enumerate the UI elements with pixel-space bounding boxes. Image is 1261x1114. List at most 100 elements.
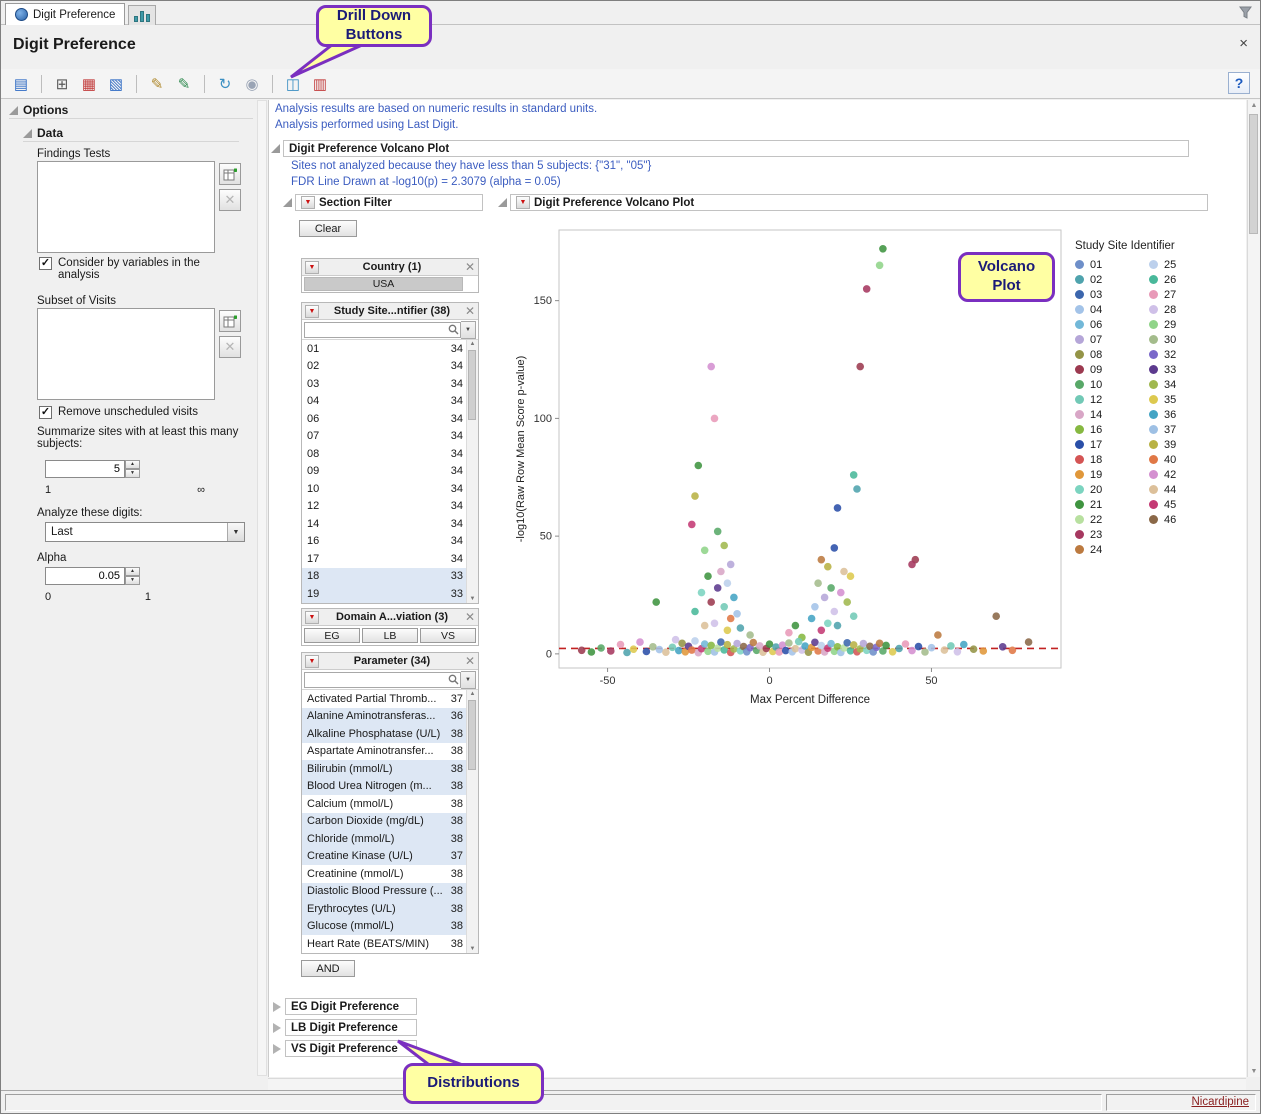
scroll-down-icon[interactable]: ▼ <box>1251 1068 1258 1075</box>
filter-list-item[interactable]: 0634 <box>302 410 478 428</box>
options-outline[interactable]: Options <box>9 102 253 119</box>
domain-filter-header[interactable]: ▼ Domain A...viation (3) ✕ <box>302 609 478 626</box>
filter-list-item[interactable]: Bilirubin (mmol/L)38 <box>302 760 478 778</box>
subject-profile-icon[interactable]: ◉ <box>240 72 264 96</box>
remove-filter-icon[interactable]: ✕ <box>465 654 475 668</box>
disclosure-closed-icon[interactable] <box>273 1023 281 1033</box>
site-search-input[interactable] <box>304 322 461 338</box>
spin-up-icon[interactable]: ▲ <box>125 460 140 469</box>
note-icon[interactable]: ✎ <box>145 72 169 96</box>
help-button[interactable]: ? <box>1228 72 1250 94</box>
scrollbar-thumb[interactable] <box>468 350 476 420</box>
country-selected-value[interactable]: USA <box>304 277 463 291</box>
legend-item[interactable]: 46 <box>1149 513 1213 526</box>
filter-list-item[interactable]: 1634 <box>302 533 478 551</box>
disclosure-closed-icon[interactable] <box>273 1044 281 1054</box>
clear-filter-button[interactable]: Clear <box>299 220 357 237</box>
digits-select[interactable]: Last ▼ <box>45 522 245 542</box>
filter-list-item[interactable]: 1833 <box>302 568 478 586</box>
disclosure-open-icon[interactable] <box>498 198 507 207</box>
filter-list-item[interactable]: Creatinine (mmol/L)38 <box>302 865 478 883</box>
legend-item[interactable]: 28 <box>1149 303 1213 316</box>
legend-item[interactable]: 40 <box>1149 453 1213 466</box>
annotate-icon[interactable]: ✎ <box>172 72 196 96</box>
findings-tests-listbox[interactable] <box>37 161 215 253</box>
parameter-list-scrollbar[interactable]: ▲ ▼ <box>466 690 478 953</box>
add-visit-button[interactable] <box>219 310 241 332</box>
filter-list-item[interactable]: 0834 <box>302 445 478 463</box>
filter-list-item[interactable]: Carbon Dioxide (mg/dL)38 <box>302 813 478 831</box>
filter-list-item[interactable]: 0234 <box>302 358 478 376</box>
tab-chart[interactable] <box>128 5 156 25</box>
legend-item[interactable]: 24 <box>1075 543 1139 556</box>
filter-list-item[interactable]: Aspartate Aminotransfer...38 <box>302 743 478 761</box>
drill-down-table-icon[interactable]: ◫ <box>281 72 305 96</box>
save-report-icon[interactable]: ▧ <box>104 72 128 96</box>
legend-item[interactable]: 09 <box>1075 363 1139 376</box>
legend-item[interactable]: 36 <box>1149 408 1213 421</box>
scroll-up-icon[interactable]: ▲ <box>470 691 476 697</box>
remove-findings-test-button[interactable]: ✕ <box>219 189 241 211</box>
red-triangle-menu-icon[interactable]: ▼ <box>305 261 319 274</box>
spin-down-icon[interactable]: ▼ <box>125 576 140 585</box>
subjects-input[interactable] <box>45 460 125 478</box>
legend-item[interactable]: 30 <box>1149 333 1213 346</box>
filter-list-item[interactable]: Erythrocytes (U/L)38 <box>302 900 478 918</box>
legend-item[interactable]: 27 <box>1149 288 1213 301</box>
legend-item[interactable]: 39 <box>1149 438 1213 451</box>
filter-list-item[interactable]: 1434 <box>302 515 478 533</box>
spin-down-icon[interactable]: ▼ <box>125 469 140 478</box>
edit-script-icon[interactable]: ▤ <box>9 72 33 96</box>
legend-item[interactable]: 01 <box>1075 258 1139 271</box>
legend-item[interactable]: 02 <box>1075 273 1139 286</box>
remove-filter-icon[interactable]: ✕ <box>465 260 475 274</box>
alpha-input[interactable] <box>45 567 125 585</box>
legend-item[interactable]: 33 <box>1149 363 1213 376</box>
filter-list-item[interactable]: Alanine Aminotransferas...36 <box>302 708 478 726</box>
red-triangle-menu-icon[interactable]: ▼ <box>305 655 319 668</box>
legend-item[interactable]: 45 <box>1149 498 1213 511</box>
volcano-outline-header[interactable]: Digit Preference Volcano Plot <box>283 140 1189 157</box>
legend-item[interactable]: 26 <box>1149 273 1213 286</box>
red-triangle-menu-icon[interactable]: ▼ <box>305 611 319 624</box>
data-outline[interactable]: Data <box>23 125 239 142</box>
subset-visits-listbox[interactable] <box>37 308 215 400</box>
legend-item[interactable]: 37 <box>1149 423 1213 436</box>
legend-item[interactable]: 08 <box>1075 348 1139 361</box>
filter-list-item[interactable]: Alkaline Phosphatase (U/L)38 <box>302 725 478 743</box>
legend-item[interactable]: 25 <box>1149 258 1213 271</box>
disclosure-open-icon[interactable] <box>9 106 18 115</box>
volcano-plot-header[interactable]: ▼ Digit Preference Volcano Plot <box>510 194 1208 211</box>
lb-digit-preference-section[interactable]: LB Digit Preference <box>285 1019 417 1036</box>
red-triangle-menu-icon[interactable]: ▼ <box>301 196 315 209</box>
filter-list-item[interactable]: 0134 <box>302 340 478 358</box>
search-options-dropdown[interactable]: ▼ <box>461 321 476 339</box>
remove-filter-icon[interactable]: ✕ <box>465 610 475 624</box>
filter-list-item[interactable]: 1734 <box>302 550 478 568</box>
spinner-arrows[interactable]: ▲▼ <box>125 567 140 585</box>
legend-item[interactable]: 16 <box>1075 423 1139 436</box>
parameter-filter-header[interactable]: ▼ Parameter (34) ✕ <box>302 653 478 670</box>
filter-list-item[interactable]: Diastolic Blood Pressure (...38 <box>302 883 478 901</box>
legend-item[interactable]: 42 <box>1149 468 1213 481</box>
legend-item[interactable]: 34 <box>1149 378 1213 391</box>
legend-item[interactable]: 32 <box>1149 348 1213 361</box>
filter-list-item[interactable]: 1034 <box>302 480 478 498</box>
legend-item[interactable]: 23 <box>1075 528 1139 541</box>
legend-item[interactable]: 19 <box>1075 468 1139 481</box>
red-triangle-menu-icon[interactable]: ▼ <box>305 305 319 318</box>
data-table-icon[interactable]: ⊞ <box>50 72 74 96</box>
site-list-scrollbar[interactable]: ▲ ▼ <box>466 340 478 603</box>
remove-unscheduled-checkbox[interactable]: ✓ Remove unscheduled visits <box>39 406 239 419</box>
legend-item[interactable]: 03 <box>1075 288 1139 301</box>
consider-by-variables-checkbox[interactable]: ✓ Consider by variables in the analysis <box>39 257 227 281</box>
filter-list-item[interactable]: 1933 <box>302 585 478 603</box>
scroll-down-icon[interactable]: ▼ <box>470 596 476 602</box>
filter-list-item[interactable]: 0334 <box>302 375 478 393</box>
add-findings-test-button[interactable] <box>219 163 241 185</box>
disclosure-closed-icon[interactable] <box>273 1002 281 1012</box>
domain-button-lb[interactable]: LB <box>362 628 418 643</box>
legend-item[interactable]: 18 <box>1075 453 1139 466</box>
domain-button-vs[interactable]: VS <box>420 628 476 643</box>
eg-digit-preference-section[interactable]: EG Digit Preference <box>285 998 417 1015</box>
